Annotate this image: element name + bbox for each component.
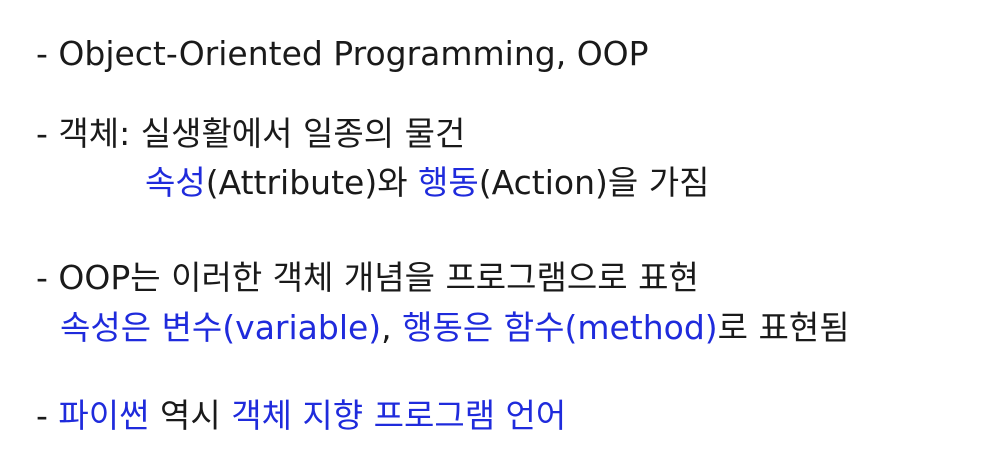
oop-title-text: - Object-Oriented Programming, OOP <box>36 34 649 73</box>
attribute-variable-text: 속성은 변수(variable) <box>60 308 382 347</box>
term-attribute-ko: 속성 <box>145 163 206 202</box>
bullet-oop-title: - Object-Oriented Programming, OOP <box>36 34 649 74</box>
also-text: 역시 <box>149 396 232 435</box>
object-definition-text: - 객체: 실생활에서 일종의 물건 <box>36 114 466 153</box>
comma-text: , <box>381 308 403 347</box>
python-bullet-dash: - <box>36 396 59 435</box>
term-python: 파이썬 <box>58 396 150 435</box>
oop-expression-text: - OOP는 이러한 객체 개념을 프로그램으로 표현 <box>36 258 699 297</box>
bullet-object-definition: - 객체: 실생활에서 일종의 물건 <box>36 114 465 154</box>
object-properties-line: 속성(Attribute)와 행동(Action)을 가짐 <box>145 163 709 203</box>
term-oop-language: 객체 지향 프로그램 언어 <box>231 396 567 435</box>
bullet-python-oop: - 파이썬 역시 객체 지향 프로그램 언어 <box>36 396 566 436</box>
term-action-ko: 행동 <box>418 163 479 202</box>
action-en-text: (Action)을 가짐 <box>478 163 710 202</box>
action-method-text: 행동은 함수(method) <box>402 308 718 347</box>
mapping-line: 속성은 변수(variable), 행동은 함수(method)로 표현됨 <box>60 308 850 348</box>
expressed-text: 로 표현됨 <box>717 308 850 347</box>
attribute-en-text: (Attribute)와 <box>205 163 419 202</box>
bullet-oop-expression: - OOP는 이러한 객체 개념을 프로그램으로 표현 <box>36 258 699 298</box>
